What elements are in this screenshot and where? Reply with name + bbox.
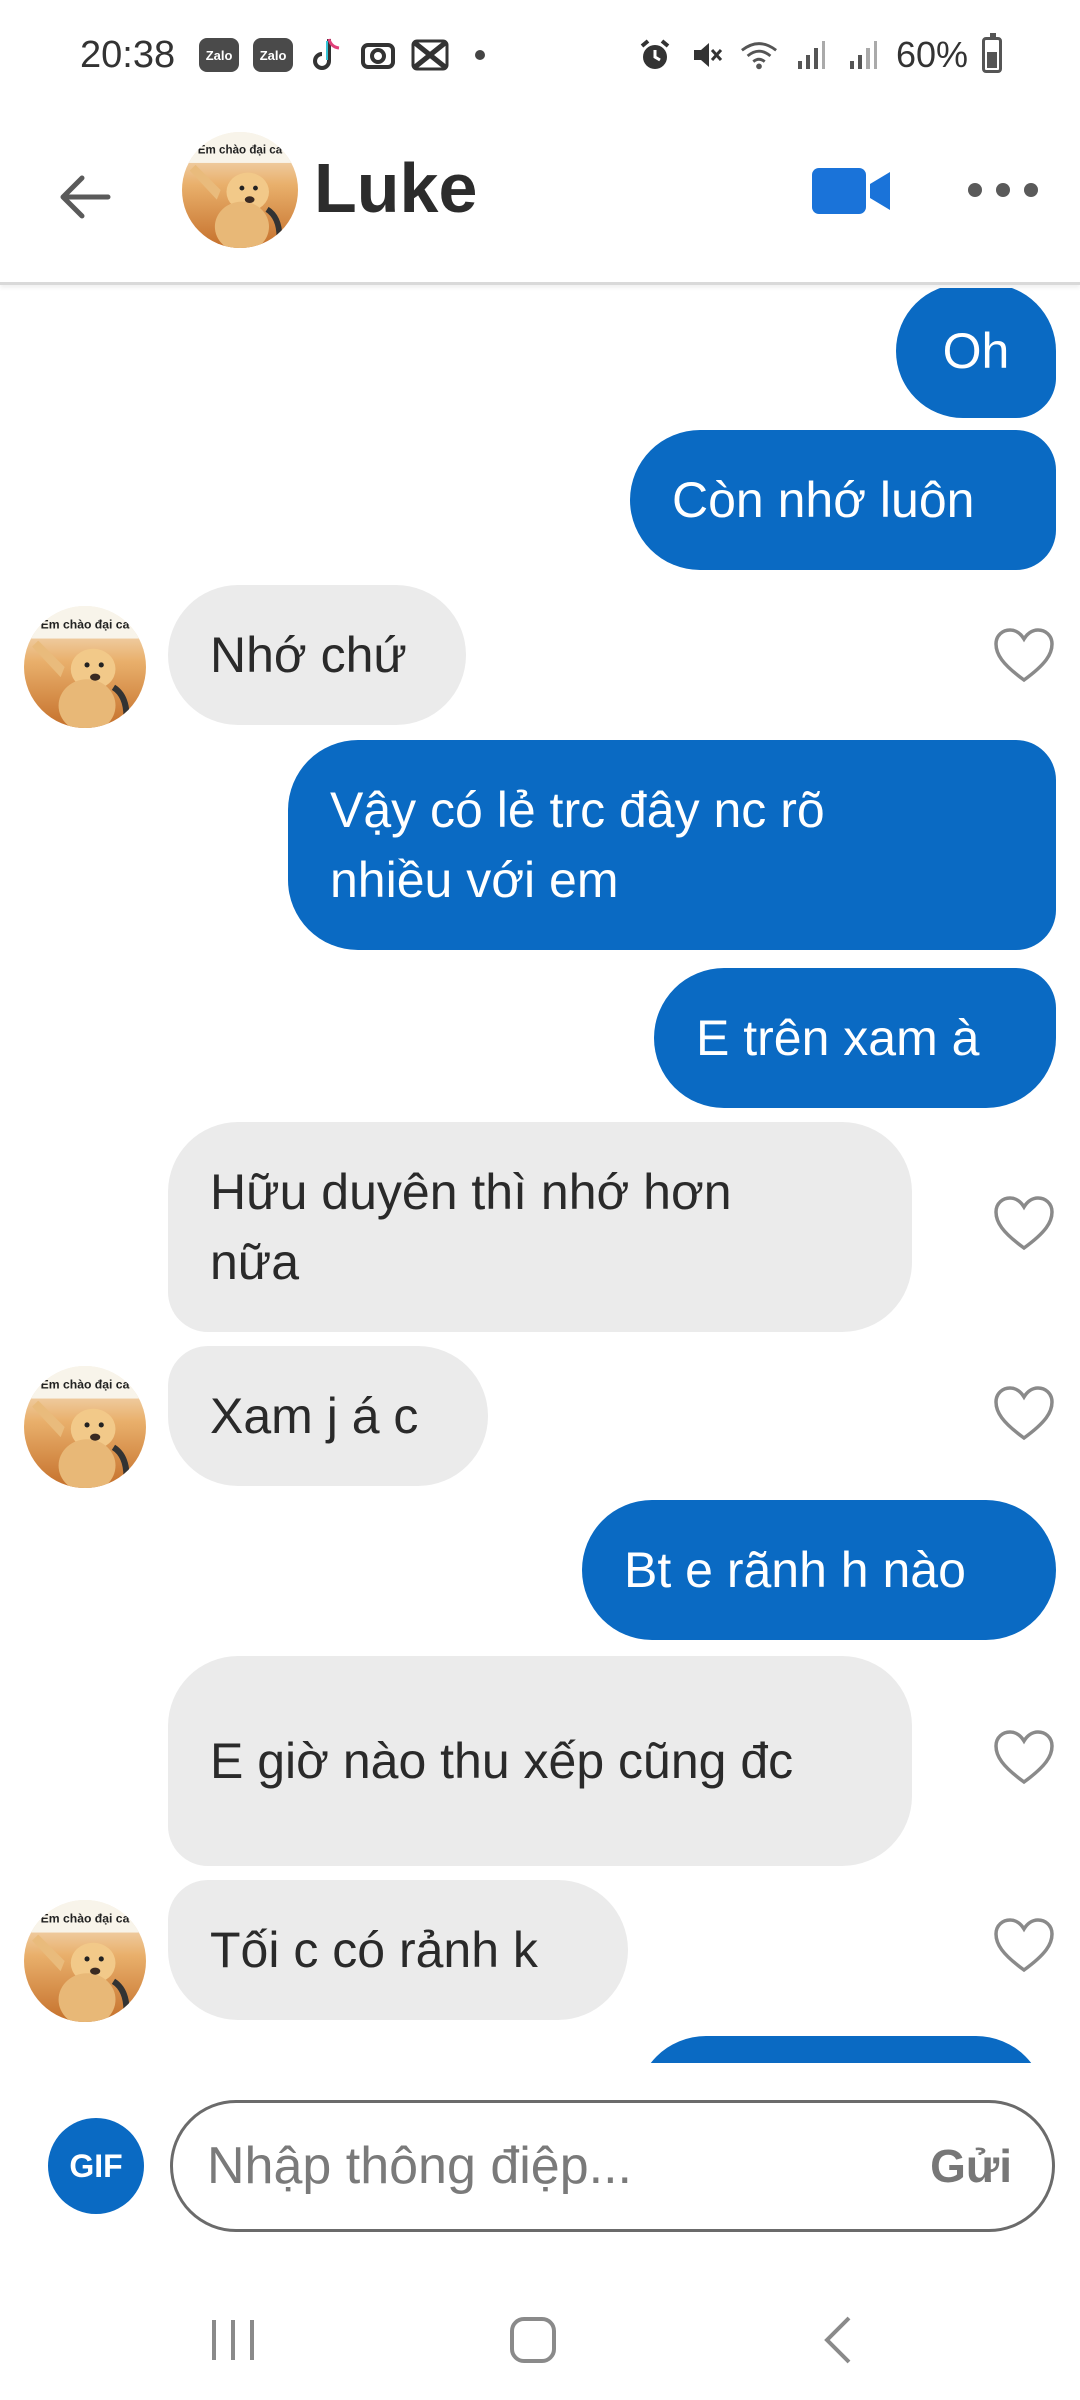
status-right: 60% [636,33,1002,76]
signal-icon [792,36,830,74]
outgoing-message-partial[interactable] [636,2036,1046,2063]
more-options-button[interactable] [968,170,1038,210]
dog-avatar-image: Em chào đại ca [24,1366,146,1488]
outgoing-message[interactable]: Còn nhớ luôn [630,430,1056,570]
back-chevron-icon [824,2316,851,2364]
heart-icon[interactable] [992,1916,1056,1974]
svg-text:Em chào đại ca: Em chào đại ca [41,1911,130,1925]
recent-apps-icon [212,2320,254,2360]
gif-button[interactable]: GIF [48,2118,144,2214]
svg-text:Em chào đại ca: Em chào đại ca [41,617,130,631]
more-dot-icon [996,183,1010,197]
contact-avatar[interactable]: Em chào đại ca [182,132,298,248]
message-input-placeholder: Nhập thông điệp... [207,2137,632,2195]
status-time: 20:38 [80,33,176,76]
outgoing-message[interactable]: Bt e rãnh h nào [582,1500,1056,1640]
incoming-message[interactable]: Nhớ chứ [168,585,466,725]
video-call-button[interactable] [810,160,892,222]
battery-icon [982,33,1002,73]
heart-icon[interactable] [992,1194,1056,1252]
zalo-icon: Zalo [199,38,240,72]
recent-apps-button[interactable] [198,2310,268,2370]
svg-text:Em chào đại ca: Em chào đại ca [198,143,283,156]
message-input[interactable]: Nhập thông điệp... Gửi [170,2100,1055,2232]
heart-icon[interactable] [992,1384,1056,1442]
contact-name[interactable]: Luke [314,148,477,228]
notification-dot [475,50,486,60]
outgoing-message[interactable]: E trên xam à [654,968,1056,1108]
home-button[interactable] [498,2310,568,2370]
incoming-message[interactable]: E giờ nào thu xếp cũng đc [168,1656,912,1866]
dog-avatar-image: Em chào đại ca [24,606,146,728]
composer: GIF Nhập thông điệp... Gửi [0,2080,1080,2260]
tiktok-icon [307,36,345,74]
message-list[interactable]: Oh Còn nhớ luôn Em chào đại ca Nhớ chứ V… [0,288,1080,2063]
back-arrow-icon [60,175,111,219]
more-dot-icon [1024,183,1038,197]
outgoing-message[interactable]: Oh [896,288,1056,418]
zalo-icon: Zalo [253,38,294,72]
heart-icon[interactable] [992,1728,1056,1786]
home-icon [510,2317,556,2363]
back-button[interactable] [50,162,120,232]
more-dot-icon [968,183,982,197]
chat-header: Em chào đại ca Luke [0,110,1080,285]
heart-icon[interactable] [992,626,1056,684]
video-camera-icon [812,168,890,214]
incoming-message[interactable]: Xam j á c [168,1346,488,1486]
system-nav-bar [0,2280,1080,2400]
capcut-icon [359,36,397,74]
back-nav-button[interactable] [802,2310,872,2370]
alarm-icon [636,36,674,74]
contact-avatar[interactable]: Em chào đại ca [24,606,146,728]
status-left: 20:38 Zalo Zalo [80,33,486,77]
contact-avatar[interactable]: Em chào đại ca [24,1900,146,2022]
dog-avatar-image: Em chào đại ca [182,132,298,248]
svg-text:Em chào đại ca: Em chào đại ca [41,1377,130,1391]
outgoing-message[interactable]: Vậy có lẻ trc đây nc rõ nhiều với em [288,740,1056,950]
mute-icon [688,36,726,74]
wifi-icon [740,36,778,74]
battery-percent: 60% [895,34,968,75]
dog-avatar-image: Em chào đại ca [24,1900,146,2022]
contact-avatar[interactable]: Em chào đại ca [24,1366,146,1488]
capcut-x-icon [411,36,449,74]
signal-icon [844,36,882,74]
incoming-message[interactable]: Hữu duyên thì nhớ hơn nữa [168,1122,912,1332]
send-button[interactable]: Gửi [930,2139,1012,2193]
status-bar: 20:38 Zalo Zalo 60% [0,0,1080,110]
incoming-message[interactable]: Tối c có rảnh k [168,1880,628,2020]
